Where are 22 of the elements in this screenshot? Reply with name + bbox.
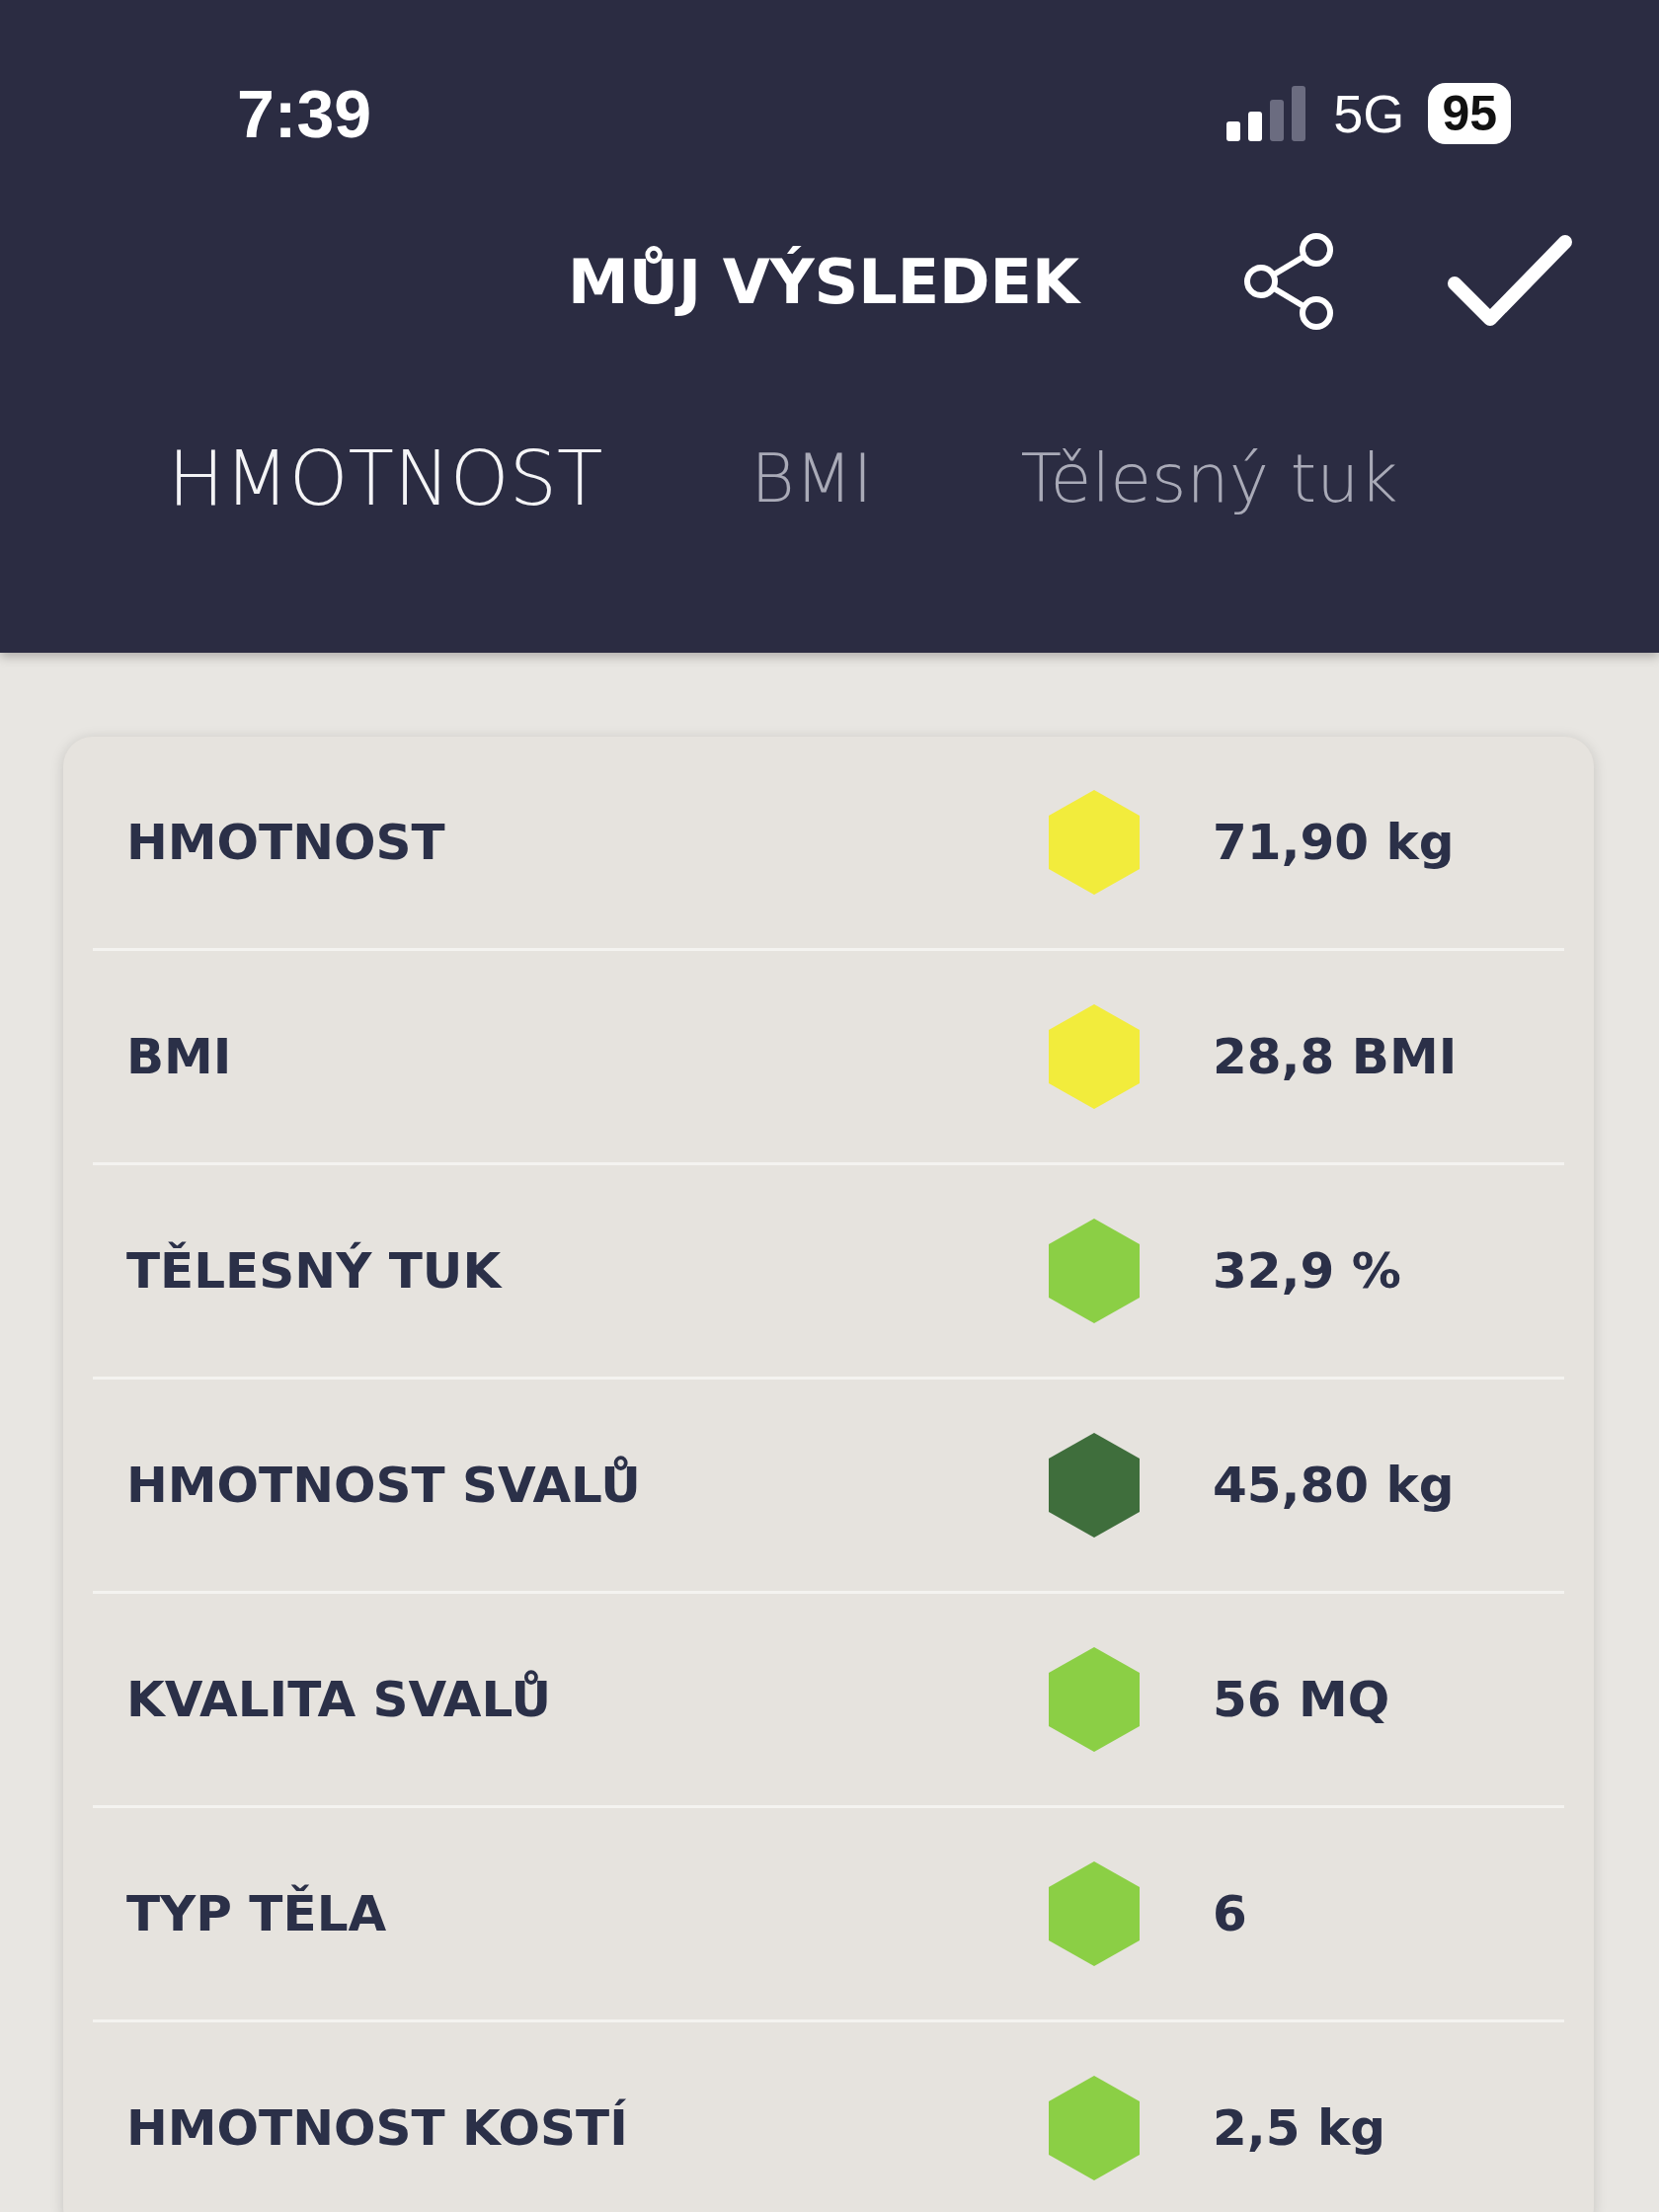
metric-value: 56 MQ [1213, 1671, 1390, 1728]
metric-label: HMOTNOST [125, 814, 446, 871]
metric-label: HMOTNOST SVALŮ [125, 1457, 642, 1514]
metric-label: BMI [125, 1028, 233, 1085]
metric-value: 28,8 BMI [1213, 1028, 1458, 1085]
tab[interactable]: Tělesný tuk [1020, 439, 1398, 517]
tab[interactable]: HMOTNOST [168, 434, 603, 522]
metric-value: 6 [1213, 1885, 1247, 1942]
metric-label: KVALITA SVALŮ [125, 1671, 553, 1728]
metric-label: HMOTNOST KOSTÍ [125, 2099, 629, 2157]
tab[interactable]: BMI [750, 439, 873, 517]
battery-indicator: 95 [1428, 83, 1511, 144]
network-label: 5G [1333, 83, 1405, 144]
checkmark-icon[interactable] [1447, 234, 1573, 329]
status-time: 7:39 [237, 75, 372, 152]
metric-value: 32,9 % [1213, 1242, 1401, 1300]
metric-value: 2,5 kg [1213, 2099, 1386, 2157]
screen-title: MŮJ VÝSLEDEK [568, 245, 1082, 318]
metric-label: TYP TĚLA [125, 1885, 388, 1942]
metric-value: 45,80 kg [1213, 1457, 1455, 1514]
metric-value: 71,90 kg [1213, 814, 1455, 871]
metric-label: TĚLESNÝ TUK [125, 1242, 504, 1300]
